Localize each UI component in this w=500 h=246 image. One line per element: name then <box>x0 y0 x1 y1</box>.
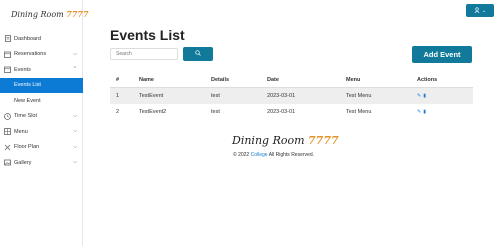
edit-icon[interactable]: ✎ <box>417 109 421 115</box>
column-header: Date <box>267 76 279 83</box>
chevron-down-icon: ⌵ <box>73 143 77 150</box>
brand-logo[interactable]: Dining Room 7777 <box>11 9 89 19</box>
sidebar-item-label: Gallery <box>14 159 32 166</box>
page-title: Events List <box>110 27 185 43</box>
cell-actions: ✎ ▮ <box>417 93 473 99</box>
chevron-down-icon: ⌵ <box>73 159 77 165</box>
topbar: ⌄ <box>83 0 500 22</box>
cell-details: test <box>211 93 220 99</box>
footer-brand-name: Dining Room <box>232 134 305 147</box>
add-event-button[interactable]: Add Event <box>412 46 472 63</box>
calendar-icon <box>4 51 11 58</box>
events-table: # Name Details Date Menu Actions 1 TestE… <box>110 72 473 120</box>
sidebar-item-label: Menu <box>14 128 28 135</box>
sidebar-item-events[interactable]: Events ⌃ <box>0 62 83 78</box>
table-header-row: # Name Details Date Menu Actions <box>110 72 473 88</box>
cell-details: test <box>211 109 220 115</box>
user-menu-button[interactable]: ⌄ <box>466 4 494 17</box>
cell-date: 2023-03-01 <box>267 109 296 115</box>
footer-brand-accent: 7777 <box>308 134 339 147</box>
calendar-icon <box>4 66 11 74</box>
sidebar-item-time-slot[interactable]: Time Slot ⌵ <box>0 109 83 125</box>
cell-number: 1 <box>116 93 120 99</box>
search-input[interactable] <box>110 48 178 60</box>
copyright-suffix: All Rights Reserved. <box>268 152 314 158</box>
sidebar-item-dashboard[interactable]: Dashboard <box>0 31 83 47</box>
copyright-prefix: © 2022 <box>233 152 250 158</box>
footer-logo: Dining Room 7777 <box>232 134 339 147</box>
table-row: 2 TestEvent2 test 2023-03-01 Test Menu ✎… <box>110 104 473 120</box>
sidebar-item-label: Events <box>14 66 31 73</box>
sidebar-item-label: Time Slot <box>14 113 38 120</box>
image-icon <box>4 159 11 166</box>
edit-icon[interactable]: ✎ <box>417 93 421 99</box>
chevron-down-icon: ⌄ <box>481 7 487 14</box>
cell-number: 2 <box>116 109 120 115</box>
sidebar-item-label: Events List <box>14 82 41 89</box>
chevron-down-icon: ⌵ <box>73 112 77 119</box>
sidebar-item-events-list[interactable]: Events List <box>0 77 83 93</box>
sidebar-item-label: Reservations <box>14 51 47 58</box>
sidebar-item-new-event[interactable]: New Event <box>0 93 83 109</box>
sidebar-item-reservations[interactable]: Reservations ⌵ <box>0 47 83 63</box>
sidebar-item-menu[interactable]: Menu ⌵ <box>0 124 83 140</box>
clock-icon <box>4 112 11 120</box>
cell-name: TestEvent2 <box>139 109 167 115</box>
chevron-up-icon: ⌃ <box>72 66 77 72</box>
column-header: Menu <box>346 76 361 83</box>
cell-date: 2023-03-01 <box>267 93 296 99</box>
college-link[interactable]: College <box>251 152 268 158</box>
trash-icon[interactable]: ▮ <box>423 109 426 115</box>
chevron-down-icon: ⌵ <box>73 50 77 57</box>
grid-icon <box>4 128 11 136</box>
trash-icon[interactable]: ▮ <box>423 93 426 99</box>
sidebar-item-label: Floor Plan <box>14 144 40 151</box>
sidebar-item-floor-plan[interactable]: Floor Plan ⌵ <box>0 140 83 156</box>
cell-name: TestEvent <box>139 93 164 99</box>
user-icon <box>474 6 480 15</box>
sidebar-item-label: New Event <box>14 97 41 104</box>
sidebar-nav: Dashboard Reservations ⌵ Events ⌃ Events… <box>0 31 83 171</box>
column-header: Name <box>139 76 154 83</box>
chevron-down-icon: ⌵ <box>73 128 77 134</box>
search-icon <box>195 50 201 58</box>
cell-menu: Test Menu <box>346 109 372 115</box>
table-row: 1 TestEvent test 2023-03-01 Test Menu ✎ … <box>110 88 473 104</box>
sidebar-item-gallery[interactable]: Gallery ⌵ <box>0 155 83 171</box>
brand-name: Dining Room <box>11 10 64 19</box>
document-icon <box>4 35 11 43</box>
cell-menu: Test Menu <box>346 93 372 99</box>
column-header: # <box>116 76 120 83</box>
sidebar-item-label: Dashboard <box>14 35 41 42</box>
search-button[interactable] <box>183 47 213 61</box>
tools-icon <box>4 144 11 151</box>
sidebar: Dining Room 7777 Dashboard Reservations … <box>0 0 89 246</box>
column-header: Actions <box>417 76 438 83</box>
column-header: Details <box>211 76 230 83</box>
cell-actions: ✎ ▮ <box>417 109 473 115</box>
copyright-text: © 2022 College All Rights Reserved. <box>233 152 314 158</box>
